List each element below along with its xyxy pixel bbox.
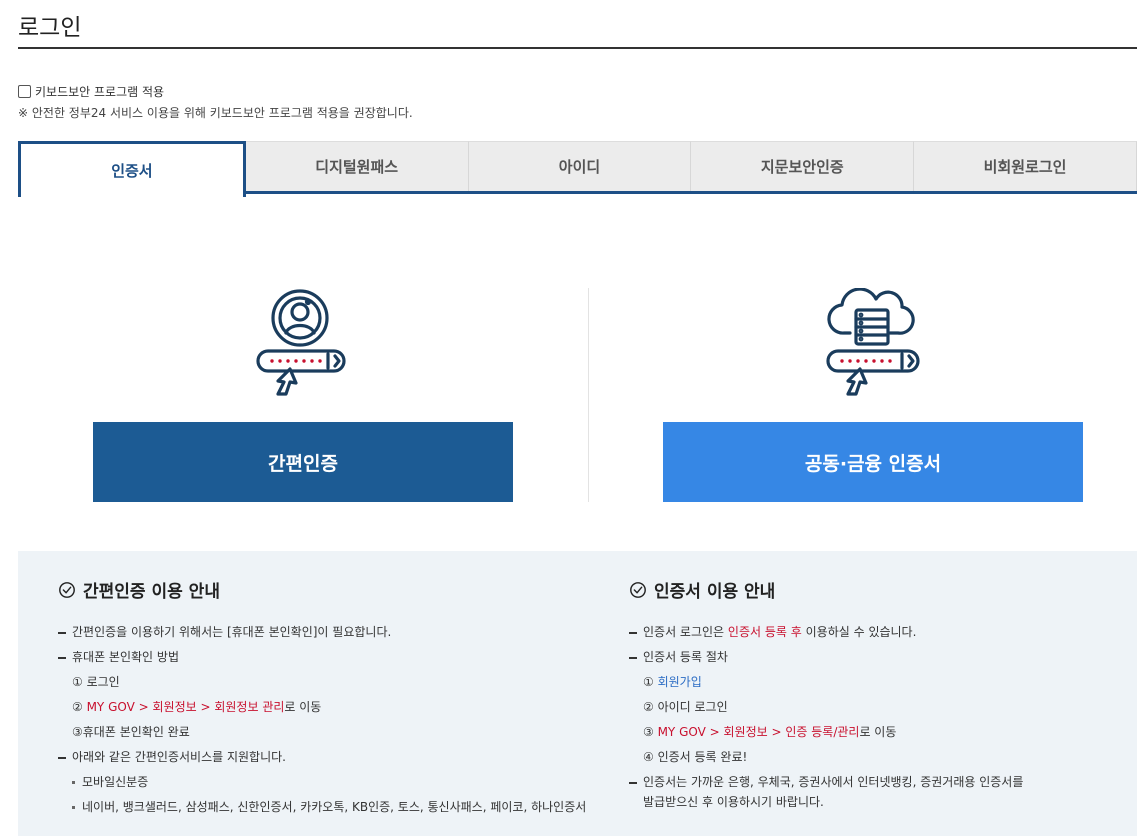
tab-id[interactable]: 아이디 (468, 141, 692, 191)
keyboard-security-checkbox-row[interactable]: 키보드보안 프로그램 적용 (18, 83, 164, 100)
cert-guide: 인증서 이용 안내 인증서 로그인은 인증서 등록 후 이용하실 수 있습니다.… (629, 577, 1109, 819)
cert-guide-heading: 인증서 이용 안내 (629, 577, 1109, 602)
cert-guide-line-3-cont: 발급받으신 후 이용하시기 바랍니다. (643, 795, 824, 809)
cert-guide-step-3-path: MY GOV > 회원정보 > 인증 등록/관리 (657, 725, 860, 739)
title-divider (18, 47, 1137, 49)
keyboard-security-note: ※ 안전한 정부24 서비스 이용을 위해 키보드보안 프로그램 적용을 권장합… (18, 106, 413, 120)
easy-guide-line-2: 휴대폰 본인확인 방법 (58, 649, 618, 665)
easy-guide-step-2-path: MY GOV > 회원정보 > 회원정보 관리 (86, 700, 285, 714)
guide-panel: 간편인증 이용 안내 간편인증을 이용하기 위해서는 [휴대폰 본인확인]이 필… (18, 551, 1137, 836)
keyboard-security-label: 키보드보안 프로그램 적용 (35, 85, 165, 99)
easy-guide-step-3: ③휴대폰 본인확인 완료 (72, 725, 190, 739)
cert-guide-title: 인증서 이용 안내 (654, 582, 776, 602)
easy-auth-guide-title: 간편인증 이용 안내 (83, 582, 220, 602)
easy-guide-bullet-2: 네이버, 뱅크샐러드, 삼성패스, 신한인증서, 카카오톡, KB인증, 토스,… (58, 799, 618, 815)
vertical-divider (588, 288, 589, 502)
cert-guide-line-3: 인증서는 가까운 은행, 우체국, 증권사에서 인터넷뱅킹, 증권거래용 인증서… (629, 774, 1109, 790)
cert-guide-step-2: ② 아이디 로그인 (643, 700, 728, 714)
user-password-icon (248, 288, 348, 398)
cloud-server-password-icon (822, 287, 922, 398)
cert-guide-line-2: 인증서 등록 절차 (629, 649, 1109, 665)
tab-certificate[interactable]: 인증서 (18, 141, 246, 197)
easy-guide-line-3: 아래와 같은 간편인증서비스를 지원합니다. (58, 749, 618, 765)
check-circle-icon (59, 581, 75, 598)
easy-guide-line-1: 간편인증을 이용하기 위해서는 [휴대폰 본인확인]이 필요합니다. (58, 624, 618, 640)
cert-guide-step-4: ④ 인증서 등록 완료! (643, 750, 748, 764)
signup-link[interactable]: 회원가입 (658, 675, 702, 689)
cert-guide-step-3: ③ MY GOV > 회원정보 > 인증 등록/관리로 이동 (643, 725, 897, 739)
easy-guide-bullet-1: 모바일신분증 (58, 774, 618, 790)
easy-guide-step-2: ② MY GOV > 회원정보 > 회원정보 관리로 이동 (72, 700, 322, 714)
page-title: 로그인 (18, 15, 82, 41)
keyboard-security-checkbox[interactable] (18, 85, 31, 98)
login-tabs: 인증서 디지털원패스 아이디 지문보안인증 비회원로그인 (18, 141, 1137, 197)
tab-digital-onepass[interactable]: 디지털원패스 (245, 141, 469, 191)
cert-guide-line-1: 인증서 로그인은 인증서 등록 후 이용하실 수 있습니다. (629, 624, 1109, 640)
tab-nonmember[interactable]: 비회원로그인 (914, 141, 1137, 191)
joint-cert-button[interactable]: 공동·금융 인증서 (663, 422, 1083, 502)
tab-fingerprint[interactable]: 지문보안인증 (691, 141, 915, 191)
easy-auth-guide: 간편인증 이용 안내 간편인증을 이용하기 위해서는 [휴대폰 본인확인]이 필… (58, 577, 618, 824)
easy-guide-step-1: ① 로그인 (72, 675, 120, 689)
cert-guide-step-1: ① 회원가입 (643, 675, 702, 689)
easy-auth-guide-heading: 간편인증 이용 안내 (58, 577, 618, 602)
check-circle-icon (630, 581, 646, 598)
cert-guide-line-1-highlight: 인증서 등록 후 (727, 625, 802, 639)
easy-auth-button[interactable]: 간편인증 (93, 422, 513, 502)
